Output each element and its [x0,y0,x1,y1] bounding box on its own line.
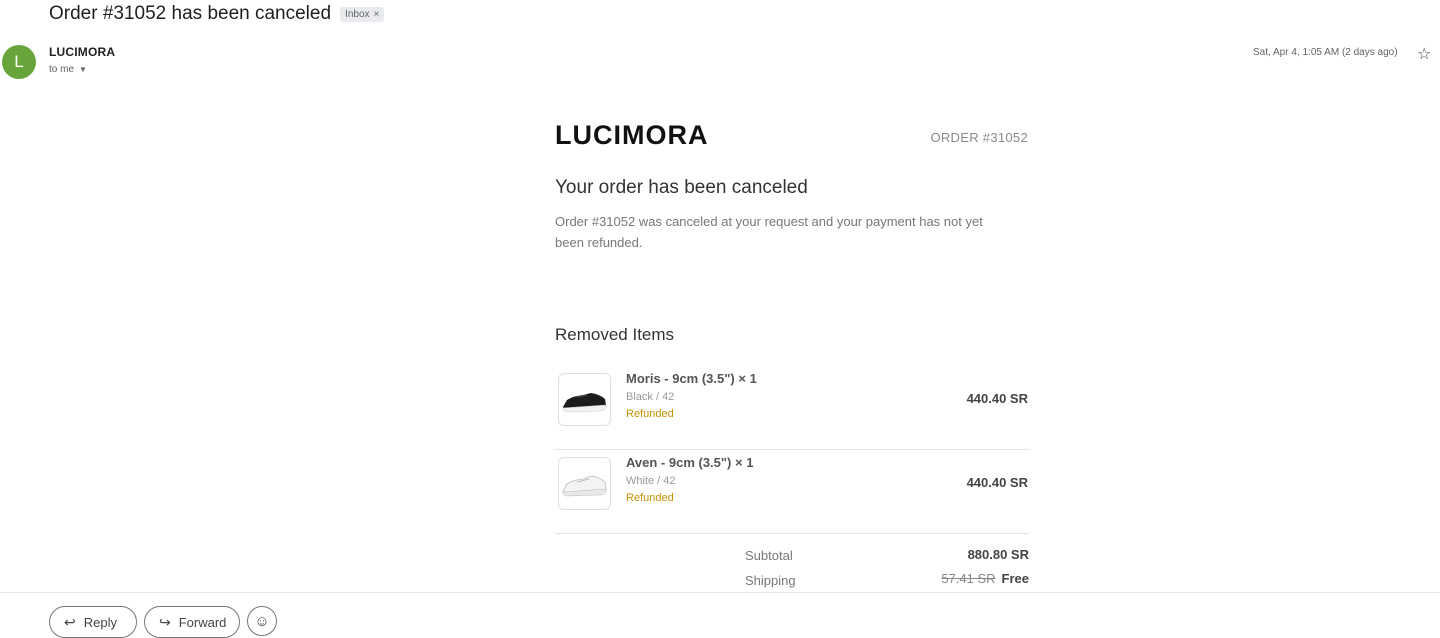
removed-items-title: Removed Items [555,325,675,344]
order-number: ORDER #31052 [930,130,1028,145]
forward-label: Forward [178,614,227,630]
item-price: 440.40 SR [966,475,1028,490]
remove-label-icon[interactable]: × [374,9,380,20]
list-item: Aven - 9cm (3.5") × 1 White / 42 Refunde… [555,449,1029,534]
sender-avatar[interactable]: L [2,45,36,79]
reply-label: Reply [83,614,117,630]
star-icon[interactable]: ☆ [1417,44,1431,64]
subtotal-value: 880.80 SR [967,547,1029,562]
avatar-letter: L [14,52,24,71]
chevron-down-icon: ▼ [79,65,87,74]
product-image-white-sneaker [558,457,611,510]
email-subject: Order #31052 has been canceled [49,3,332,24]
forward-icon: ↪ [159,613,171,630]
product-image-black-sneaker [558,373,611,426]
item-status: Refunded [626,492,674,504]
email-date: Sat, Apr 4, 1:05 AM (2 days ago) [1253,47,1398,58]
item-variant: Black / 42 [626,391,675,403]
emoji-icon[interactable]: ☺ [247,606,277,636]
recipient-details-toggle[interactable]: to me ▼ [49,64,87,75]
forward-button[interactable]: ↪ Forward [144,606,240,638]
email-subject-row: Order #31052 has been canceled Inbox × [49,3,385,25]
reply-button[interactable]: ↩ Reply [49,606,137,638]
inbox-label-text: Inbox [345,8,370,20]
reply-icon: ↩ [64,613,76,630]
recipient-text: to me [49,64,75,75]
list-item: Moris - 9cm (3.5") × 1 Black / 42 Refund… [555,365,1029,450]
subtotal-label: Subtotal [745,548,793,563]
brand-logo: LUCIMORA [555,120,709,150]
cancel-headline: Your order has been canceled [555,177,808,198]
reply-action-bar: ↩ Reply ↪ Forward ☺ [0,592,1440,638]
item-price: 440.40 SR [966,391,1028,406]
shipping-label: Shipping [745,573,796,588]
sender-name[interactable]: LUCIMORA [49,45,115,59]
shipping-free: Free [1001,571,1029,586]
cancel-message: Order #31052 was canceled at your reques… [555,214,983,250]
item-name: Aven - 9cm (3.5") × 1 [626,455,754,470]
item-variant: White / 42 [626,475,676,487]
item-name: Moris - 9cm (3.5") × 1 [626,371,757,386]
shipping-original-price: 57.41 SR [941,571,996,586]
item-status: Refunded [626,408,674,420]
inbox-label-badge[interactable]: Inbox × [340,6,385,22]
shipping-value: 57.41 SR Free [941,571,1029,586]
